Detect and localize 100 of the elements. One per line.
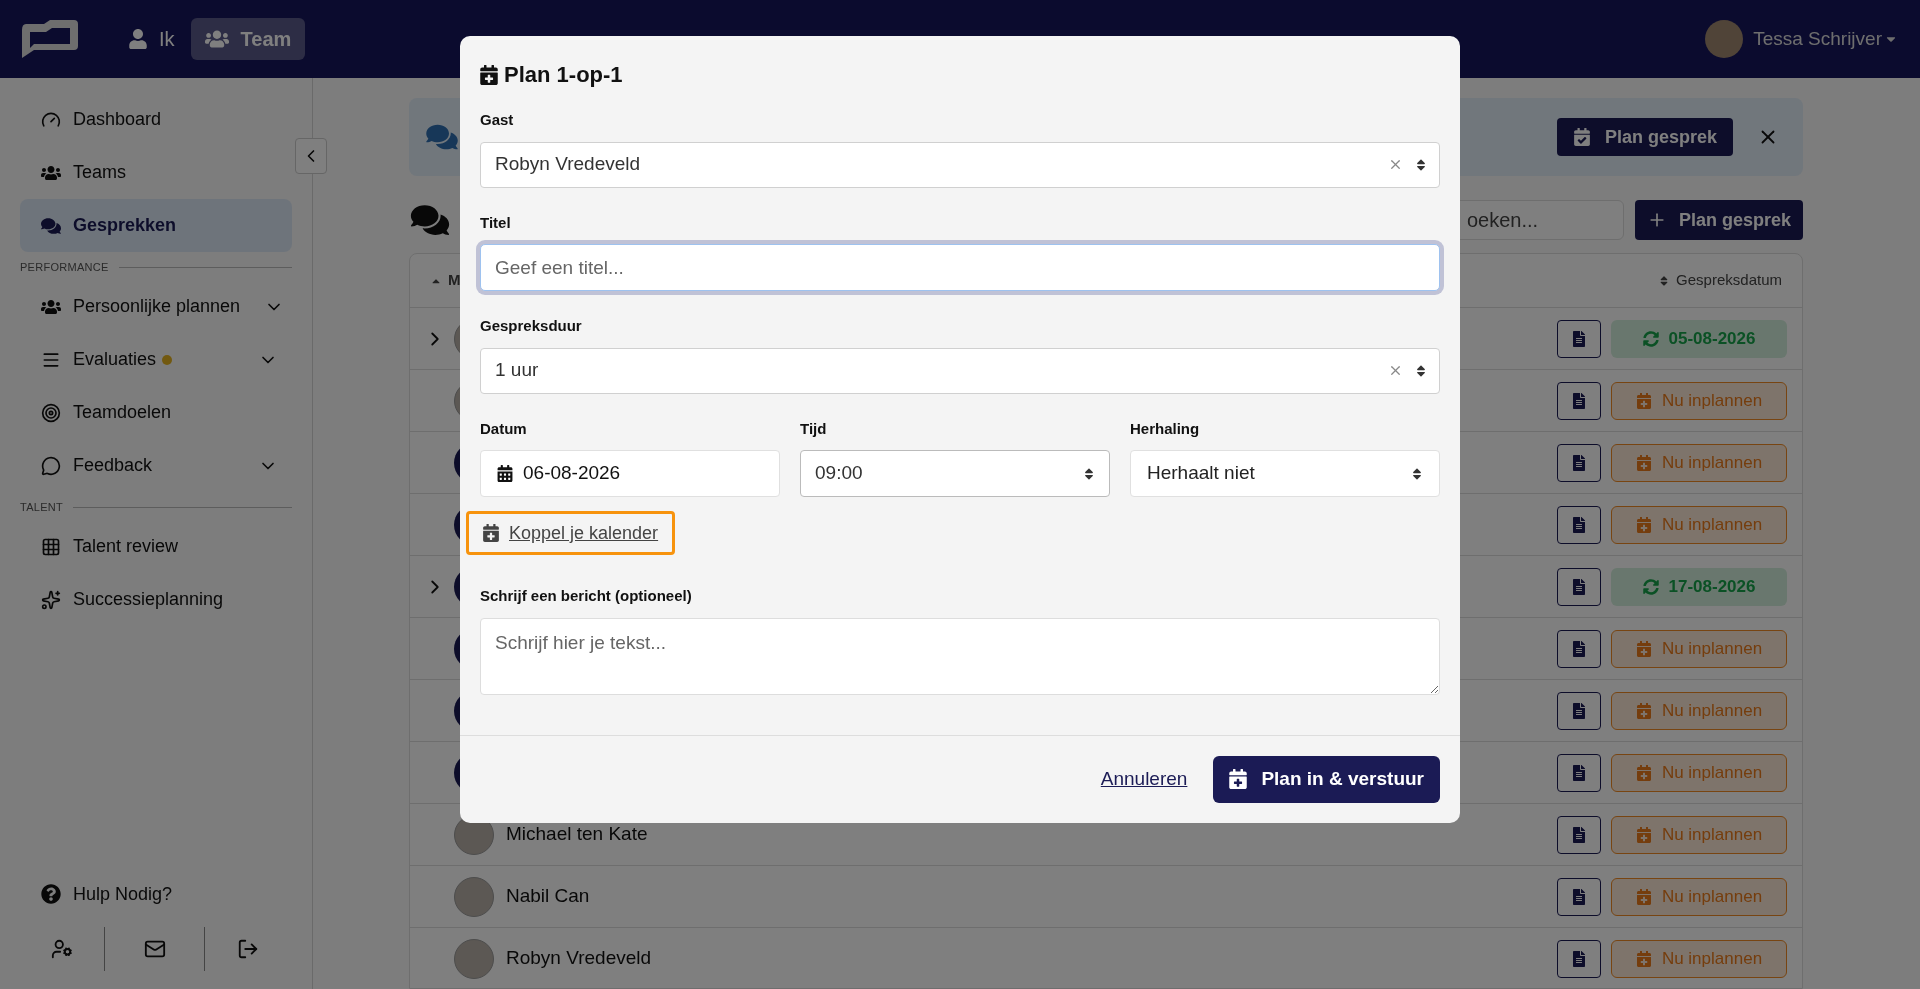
duration-select[interactable]: 1 uur — [480, 347, 1440, 394]
field-label: Schrijf een bericht (optioneel) — [480, 586, 693, 606]
guest-select[interactable]: Robyn Vredeveld — [480, 141, 1440, 188]
document-button[interactable] — [1557, 691, 1601, 730]
title-field[interactable]: Geef een titel... — [480, 244, 1440, 291]
calendar-plus-icon — [1229, 769, 1248, 789]
sidebar-item[interactable]: Feedback — [20, 439, 292, 492]
select-arrows-icon — [1083, 466, 1095, 481]
calendar-plus-icon — [1635, 826, 1652, 843]
time-select[interactable]: 09:00 — [800, 450, 1110, 497]
sidebar-label: Teams — [73, 161, 126, 184]
logo-icon — [20, 20, 78, 58]
person-icon — [129, 29, 147, 49]
document-icon — [1572, 888, 1586, 905]
calendar-plus-icon — [1635, 702, 1652, 719]
document-icon — [1572, 826, 1586, 843]
sync-icon — [1642, 578, 1659, 595]
document-icon — [1572, 578, 1586, 595]
column-header[interactable]: Gespreksdatum — [1658, 269, 1782, 292]
document-button[interactable] — [1557, 567, 1601, 606]
sidebar-item[interactable]: Successieplanning — [20, 573, 292, 626]
mail-icon — [143, 938, 166, 960]
sidebar-label: Teamdoelen — [73, 401, 172, 424]
chat-bubbles-icon — [425, 123, 459, 151]
calendar-plus-icon — [480, 64, 498, 85]
date-field[interactable]: 06-08-2026 — [480, 450, 780, 497]
calendar-check-icon — [1572, 128, 1591, 146]
document-icon — [1572, 330, 1586, 347]
sparkles-icon — [41, 589, 61, 610]
select-arrows-icon — [1415, 363, 1427, 378]
sidebar-label: Gesprekken — [73, 214, 177, 237]
document-button[interactable] — [1557, 381, 1601, 420]
field-label: Titel — [480, 212, 512, 233]
document-icon — [1572, 950, 1586, 967]
calendar-plus-icon — [1635, 454, 1652, 471]
message-field[interactable]: Schrijf hier je tekst... — [480, 617, 1440, 695]
cancel-link[interactable]: Annuleren — [1100, 764, 1188, 794]
document-button[interactable] — [1557, 629, 1601, 668]
target-icon — [41, 402, 61, 423]
submit-button[interactable]: Plan in & verstuur — [1213, 755, 1440, 803]
sidebar-item[interactable]: Talent review — [20, 520, 292, 573]
clear-icon[interactable] — [1388, 363, 1403, 378]
field-label: Tijd — [800, 418, 828, 439]
document-button[interactable] — [1557, 753, 1601, 792]
calendar-icon — [497, 465, 513, 482]
calendar-plus-icon — [1635, 950, 1652, 967]
select-arrows-icon — [1411, 466, 1423, 481]
field-label: Gast — [480, 110, 515, 130]
sidebar-item[interactable]: Dashboard — [20, 93, 292, 146]
document-button[interactable] — [1557, 505, 1601, 544]
document-button[interactable] — [1557, 815, 1601, 854]
sidebar-item[interactable]: Gesprekken — [20, 199, 292, 252]
document-button[interactable] — [1557, 443, 1601, 482]
field-label: Herhaling — [1130, 418, 1201, 439]
document-button[interactable] — [1557, 877, 1601, 916]
nav-tab[interactable]: Team — [190, 18, 306, 60]
plan-button[interactable]: Plan gesprek — [1634, 200, 1803, 240]
section-heading: PERFORMANCE — [20, 259, 109, 275]
speech-bubble-icon — [41, 455, 61, 476]
document-icon — [1572, 702, 1586, 719]
question-icon — [41, 884, 61, 904]
help-link[interactable]: Hulp Nodig? — [20, 869, 292, 919]
grid-icon — [41, 536, 61, 557]
sidebar-label: Persoonlijke plannen — [73, 295, 241, 318]
person-name: Michael ten Kate — [506, 822, 648, 847]
document-icon — [1572, 516, 1586, 533]
sidebar-label: Evaluaties — [73, 348, 157, 371]
sidebar-label: Talent review — [73, 535, 179, 558]
nav-tab[interactable]: Ik — [115, 18, 189, 60]
clear-icon[interactable] — [1388, 157, 1403, 172]
sidebar-item[interactable]: Teamdoelen — [20, 386, 292, 439]
document-icon — [1572, 640, 1586, 657]
sidebar-item[interactable]: Teams — [20, 146, 292, 199]
column-header[interactable]: M — [430, 269, 461, 292]
people-icon — [204, 29, 229, 49]
sidebar-label: Successieplanning — [73, 588, 224, 611]
plan-button[interactable]: Plan gesprek — [1556, 118, 1733, 156]
sidebar-item[interactable]: Evaluaties — [20, 333, 292, 386]
chat-bubbles-icon — [41, 215, 61, 236]
user-menu[interactable]: Tessa Schrijver — [1753, 24, 1898, 54]
document-icon — [1572, 764, 1586, 781]
user-settings-icon — [51, 938, 74, 960]
sidebar-label: Feedback — [73, 454, 153, 477]
select-arrows-icon — [1415, 157, 1427, 172]
section-heading: TALENT — [20, 499, 63, 515]
document-button[interactable] — [1557, 319, 1601, 358]
sync-icon — [1642, 330, 1659, 347]
person-name: Robyn Vredeveld — [506, 946, 652, 971]
calendar-plus-icon — [1635, 764, 1652, 781]
logout-icon — [237, 938, 260, 960]
chat-bubbles-icon — [409, 203, 451, 237]
sidebar-item[interactable]: Persoonlijke plannen — [20, 280, 292, 333]
document-icon — [1572, 392, 1586, 409]
calendar-plus-icon — [1635, 392, 1652, 409]
calendar-plus-icon — [1635, 640, 1652, 657]
dialog-title: Plan 1-op-1 — [504, 61, 623, 89]
repeat-select[interactable]: Herhaalt niet — [1130, 450, 1440, 497]
field-label: Datum — [480, 418, 528, 439]
document-button[interactable] — [1557, 939, 1601, 978]
sidebar-label: Dashboard — [73, 108, 162, 131]
